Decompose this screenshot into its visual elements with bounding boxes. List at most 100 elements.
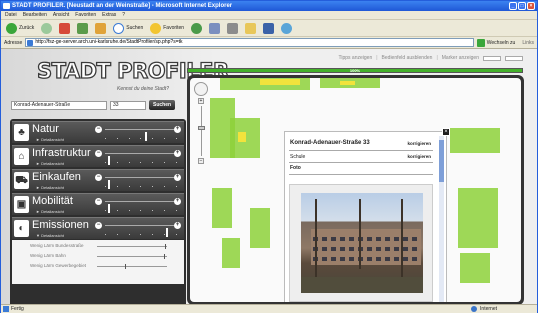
edit-button[interactable] [243,21,258,35]
menu-file[interactable]: Datei [5,11,17,19]
menu-bar: Datei Bearbeiten Ansicht Favoriten Extra… [1,11,537,20]
show-tips-link[interactable]: Tipps anzeigen [339,55,373,61]
einkaufen-decrease-button[interactable]: − [95,174,102,181]
close-info-button[interactable]: × [442,128,450,136]
menu-help[interactable]: ? [122,11,125,19]
mobilitaet-slider-knob[interactable] [107,204,110,213]
menu-edit[interactable]: Bearbeiten [23,11,47,19]
menu-view[interactable]: Ansicht [53,11,69,19]
info-window: × Konrad-Adenauer-Straße 33 korrigieren … [284,128,450,302]
print-button[interactable] [225,21,240,35]
infrastruktur-decrease-button[interactable]: − [95,150,102,157]
search-submit-button[interactable]: Suchen [149,100,176,110]
category-infrastruktur-label: Infrastruktur [32,147,91,159]
natur-detail-link[interactable]: ► Detailansicht [36,137,64,142]
title-bar: STADT PROFILER. [Neustadt an der Weinstr… [1,1,537,11]
back-arrow-icon [6,22,17,34]
messenger-icon [281,22,293,34]
sub-label-bundesstrasse: Wenig Lärm Bundesstraße [30,243,84,248]
go-button[interactable]: Wechseln zu [476,38,520,47]
history-button[interactable] [189,21,204,35]
natur-decrease-button[interactable]: − [95,126,102,133]
infrastruktur-slider-knob[interactable] [107,156,110,165]
mobilitaet-decrease-button[interactable]: − [95,198,102,205]
marker-toggle-2[interactable] [505,55,523,61]
browser-window: STADT PROFILER. [Neustadt an der Weinstr… [0,0,538,313]
menu-tools[interactable]: Extras [102,11,116,19]
address-input[interactable]: http://fsz-ge-server.arch.uni-karlsruhe.… [25,38,474,47]
hide-panel-link[interactable]: Bedienfeld ausblenden [382,55,433,61]
mail-button[interactable] [207,21,222,35]
einkaufen-slider-track[interactable] [105,177,177,189]
natur-slider-knob[interactable] [144,132,147,141]
page-content: Tipps anzeigen | Bedienfeld ausblenden |… [1,49,537,304]
emissionen-detail-link[interactable]: ▼ Detailansicht [36,233,64,238]
zoom-slider[interactable] [201,106,202,156]
home-button[interactable] [93,21,108,35]
info-scrollbar[interactable] [439,136,444,302]
noise-icon: ◐ [14,220,29,237]
search-button[interactable]: Suchen [111,21,145,35]
forward-arrow-icon [41,22,53,34]
natur-slider-track[interactable] [105,129,177,141]
gewerbegebiet-slider[interactable] [97,264,167,269]
refresh-button[interactable] [75,21,90,35]
category-mobilitaet-label: Mobilität [32,195,73,207]
infrastruktur-detail-link[interactable]: ► Detailansicht [36,161,64,166]
back-button[interactable]: Zurück [4,21,36,35]
menu-favorites[interactable]: Favoriten [75,11,96,19]
ie-icon [3,3,10,9]
bundesstrasse-knob[interactable] [164,244,166,249]
mail-icon [209,22,221,34]
favorites-button[interactable]: Favoriten [148,21,186,35]
bundesstrasse-slider[interactable] [97,244,167,249]
zoom-in-button[interactable]: + [198,98,204,104]
close-button[interactable]: × [527,2,535,10]
search-icon [113,22,125,34]
emissionen-slider-knob[interactable] [166,228,169,237]
emissionen-increase-button[interactable]: + [174,222,181,229]
bahn-knob[interactable] [163,254,165,259]
infrastruktur-increase-button[interactable]: + [174,150,181,157]
minimize-button[interactable]: _ [509,2,517,10]
mobilitaet-detail-link[interactable]: ► Detailansicht [36,209,64,214]
browser-toolbar: Zurück Suchen Favoriten [1,20,537,37]
home-icon [95,22,107,34]
links-label[interactable]: Links [522,40,537,46]
maximize-button[interactable]: □ [518,2,526,10]
mobilitaet-increase-button[interactable]: + [174,198,181,205]
zoom-slider-knob[interactable] [198,126,205,130]
emissionen-decrease-button[interactable]: − [95,222,102,229]
vehicle-icon: ▣ [14,196,29,213]
emissionen-slider-track[interactable] [105,225,177,237]
einkaufen-increase-button[interactable]: + [174,174,181,181]
forward-button[interactable] [39,21,54,35]
category-natur: ♣ Natur ► Detailansicht − + [12,121,184,143]
bahn-slider[interactable] [97,254,167,259]
infrastruktur-slider-track[interactable] [105,153,177,165]
back-label: Zurück [19,25,35,31]
address-bar: Adresse http://fsz-ge-server.arch.uni-ka… [1,37,537,49]
stop-button[interactable] [57,21,72,35]
zoom-out-button[interactable]: − [198,158,204,164]
pan-control[interactable] [194,82,208,96]
show-markers-link[interactable]: Marker anzeigen [442,55,479,61]
gewerbegebiet-knob[interactable] [125,264,126,269]
city-map[interactable]: + − × Konrad-Adenauer-Straße 33 korrigie… [190,78,521,302]
street-input[interactable]: Konrad-Adenauer-Straße [11,100,107,110]
marker-toggle-1[interactable] [483,55,501,61]
search-label: Suchen [126,25,144,31]
tree-icon: ♣ [14,124,29,141]
status-text: Fertig [11,306,24,312]
cart-icon: ⛟ [14,172,29,189]
info-scroll-thumb[interactable] [439,140,444,182]
einkaufen-detail-link[interactable]: ► Detailansicht [36,185,64,190]
natur-increase-button[interactable]: + [174,126,181,133]
correct-address-link[interactable]: korrigieren [407,141,431,146]
einkaufen-slider-knob[interactable] [107,180,110,189]
mobilitaet-slider-track[interactable] [105,201,177,213]
discuss-button[interactable] [261,21,276,35]
house-number-input[interactable]: 33 [110,100,146,110]
correct-school-link[interactable]: korrigieren [407,154,431,159]
messenger-button[interactable] [279,21,294,35]
